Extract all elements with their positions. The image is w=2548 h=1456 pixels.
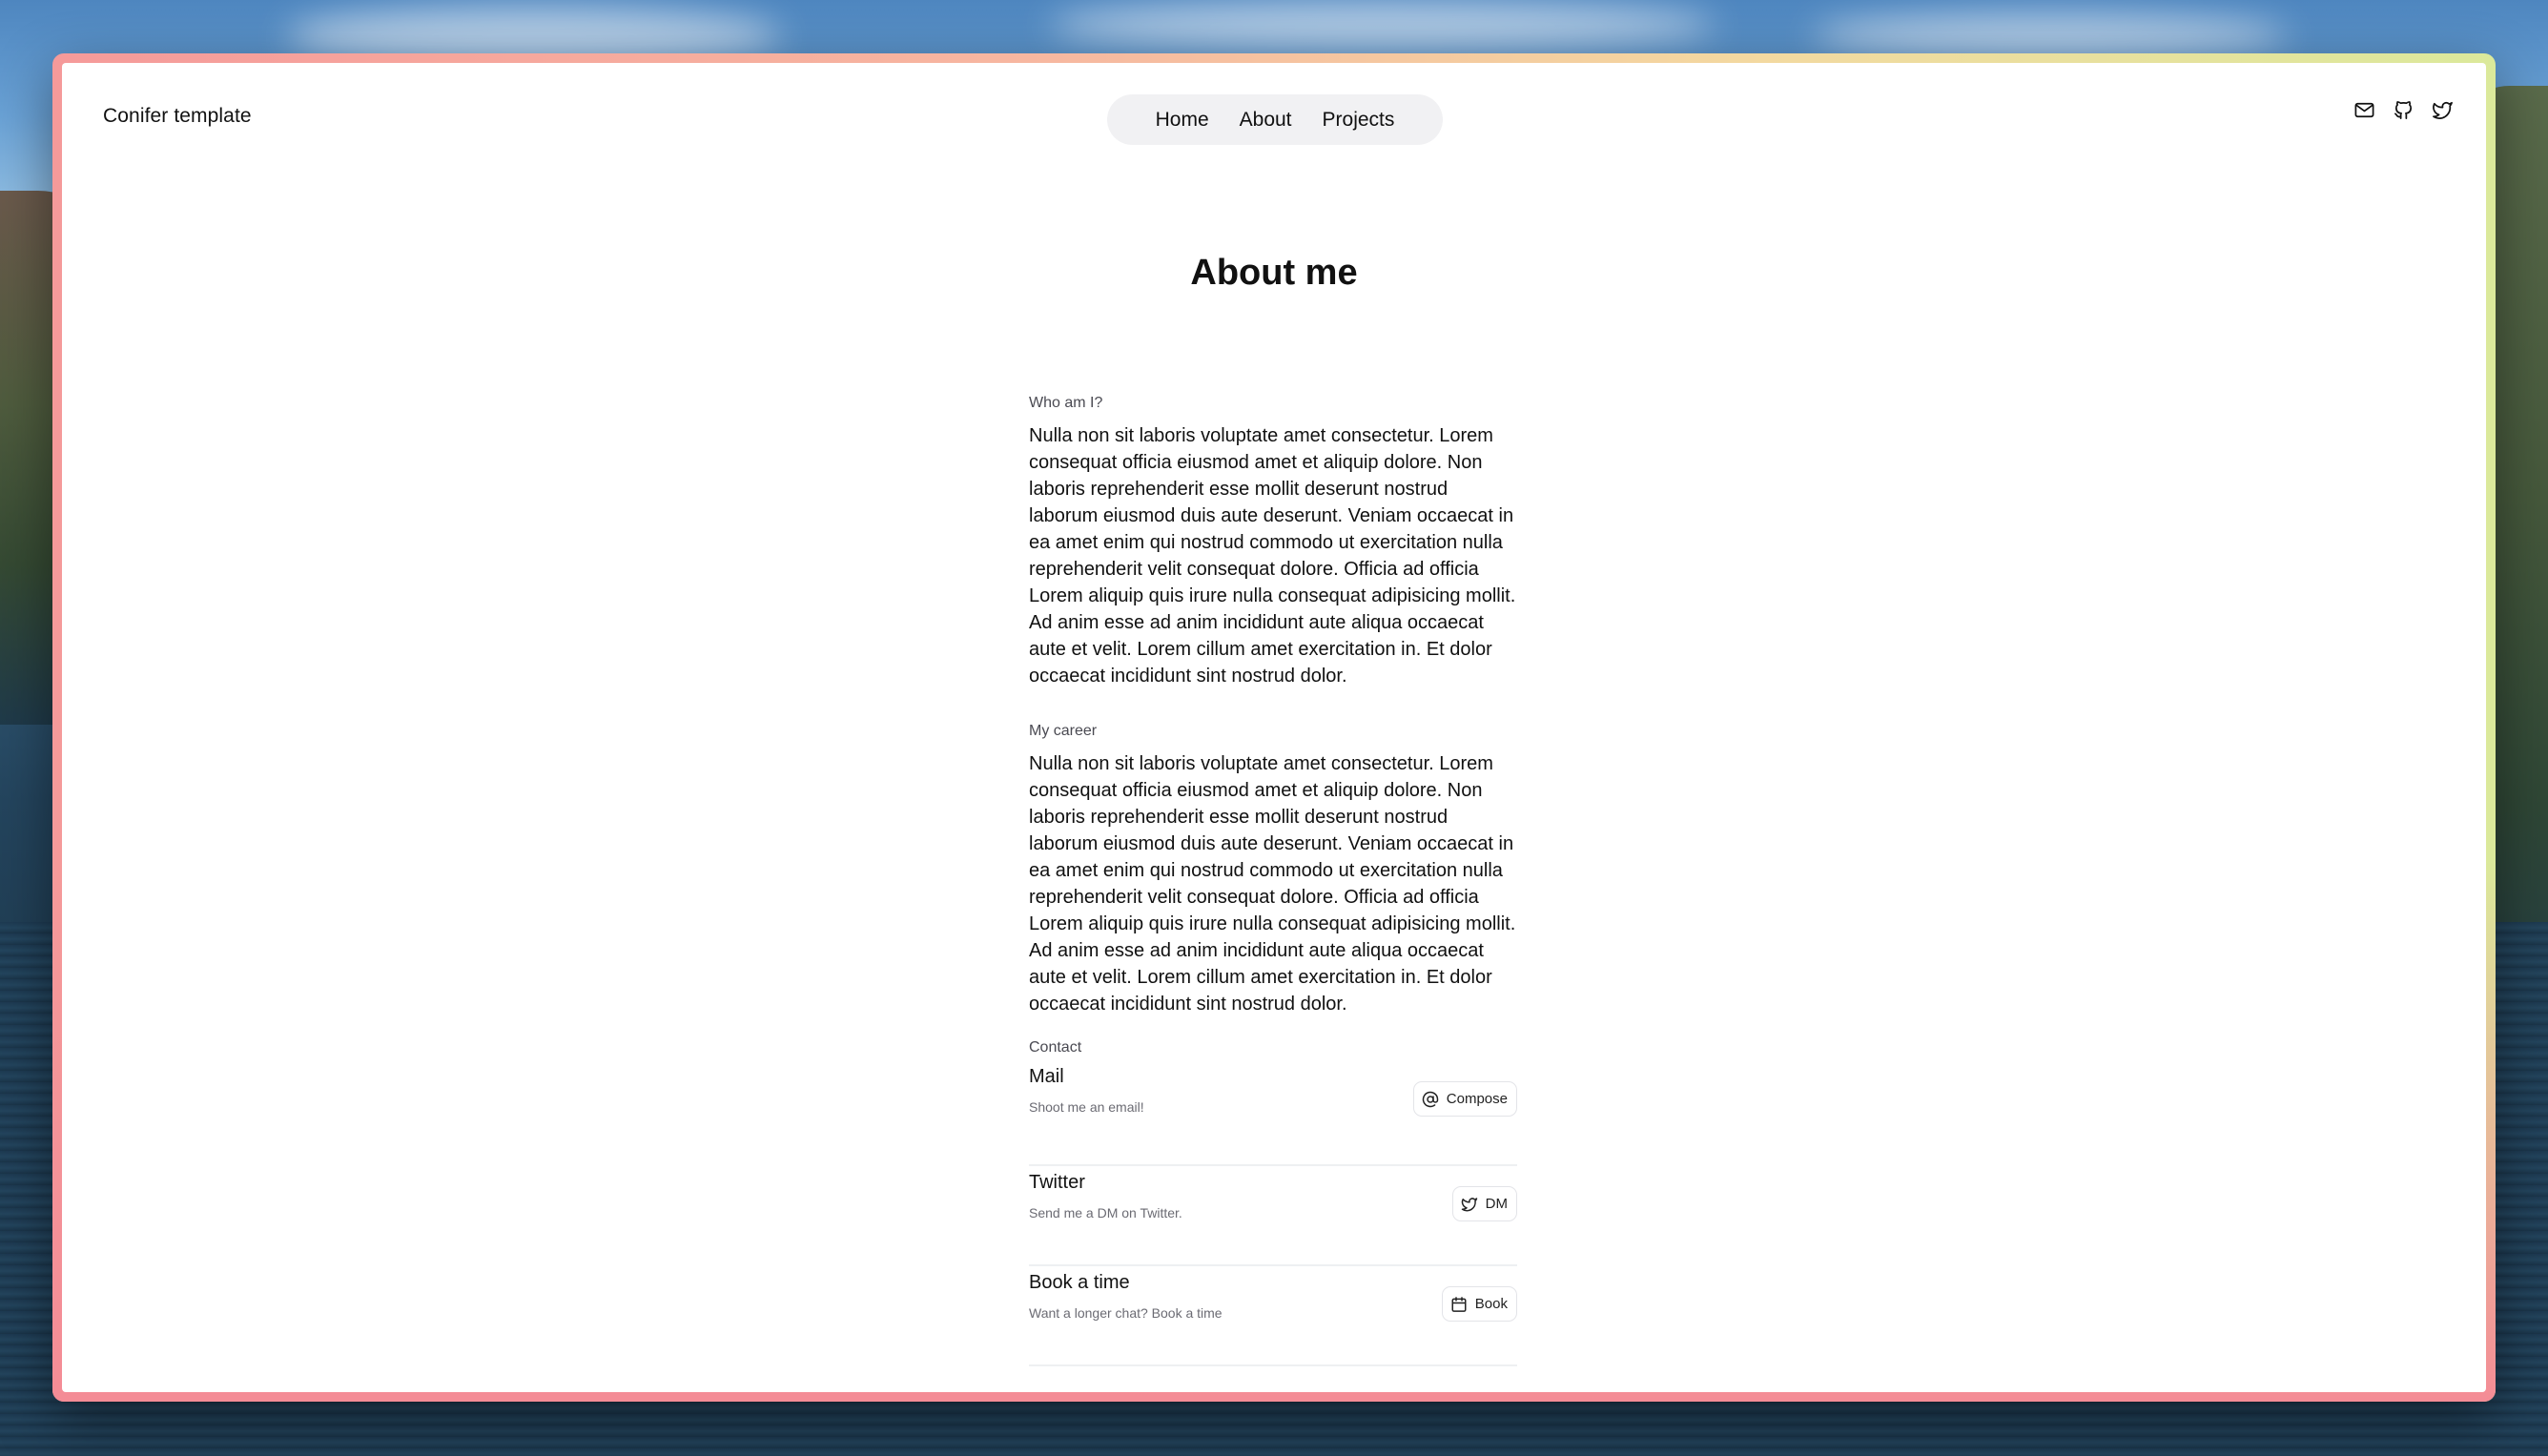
section-text: Nulla non sit laboris voluptate amet con… — [1029, 425, 1516, 687]
dm-button[interactable]: DM — [1451, 1186, 1517, 1221]
contact-item-book: Book a time Want a longer chat? Book a t… — [1029, 1266, 1517, 1366]
book-button[interactable]: Book — [1441, 1286, 1517, 1322]
contact-subtitle: Want a longer chat? Book a time — [1029, 1305, 1223, 1321]
contact-subtitle: Shoot me an email! — [1029, 1099, 1144, 1115]
nav-item-about[interactable]: About — [1240, 109, 1292, 132]
main-nav: Home About Projects — [1107, 94, 1443, 145]
section-who-am-i: Who am I? Nulla non sit laboris voluptat… — [1029, 395, 1517, 689]
section-label: My career — [1029, 723, 1098, 739]
twitter-icon — [1461, 1196, 1478, 1213]
contact-item-mail: Mail Shoot me an email! Compose — [1029, 1066, 1517, 1166]
browser-window: Conifer template Home About Projects Abo… — [52, 53, 2496, 1402]
compose-button[interactable]: Compose — [1412, 1081, 1517, 1117]
contact-item-twitter: Twitter Send me a DM on Twitter. DM — [1029, 1166, 1517, 1266]
contact-title: Twitter — [1029, 1172, 1085, 1193]
contact-title: Book a time — [1029, 1272, 1130, 1293]
twitter-icon[interactable] — [2432, 99, 2454, 121]
page: Conifer template Home About Projects Abo… — [62, 63, 2486, 1392]
contact-title: Mail — [1029, 1066, 1064, 1087]
about-content: Who am I? Nulla non sit laboris voluptat… — [1029, 395, 1517, 1366]
mail-icon[interactable] — [2353, 99, 2375, 121]
section-label: Who am I? — [1029, 395, 1103, 411]
calendar-icon — [1450, 1296, 1468, 1313]
section-my-career: My career Nulla non sit laboris voluptat… — [1029, 723, 1517, 1017]
contact-subtitle: Send me a DM on Twitter. — [1029, 1205, 1182, 1220]
dm-button-label: DM — [1485, 1196, 1508, 1212]
page-title: About me — [1190, 253, 1358, 294]
contact-label: Contact — [1029, 1039, 1082, 1056]
nav-item-home[interactable]: Home — [1156, 109, 1209, 132]
book-button-label: Book — [1474, 1296, 1508, 1312]
github-icon[interactable] — [2393, 99, 2414, 121]
at-sign-icon — [1422, 1091, 1439, 1108]
contact-section: Contact Mail Shoot me an email! Compose — [1029, 1039, 1517, 1366]
social-links — [2353, 99, 2454, 121]
nav-item-projects[interactable]: Projects — [1323, 109, 1395, 132]
section-text: Nulla non sit laboris voluptate amet con… — [1029, 753, 1516, 1015]
compose-button-label: Compose — [1446, 1091, 1508, 1107]
site-brand[interactable]: Conifer template — [103, 105, 252, 128]
